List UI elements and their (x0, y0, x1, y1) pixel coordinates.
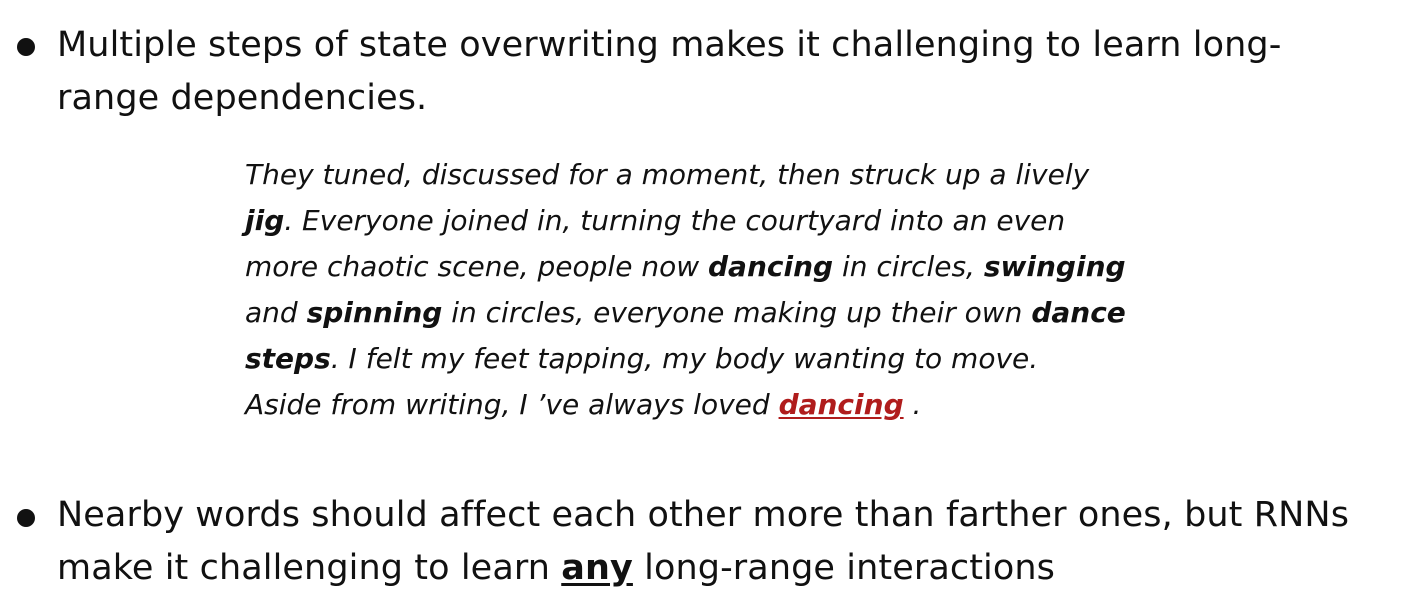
key-word: steps (245, 342, 331, 375)
passage-line: jig. Everyone joined in, turning the cou… (245, 198, 1205, 244)
example-passage: They tuned, discussed for a moment, then… (245, 152, 1205, 428)
bullet-line: Multiple steps of state overwriting make… (57, 25, 1282, 65)
passage-text: . (903, 388, 922, 421)
passage-line: They tuned, discussed for a moment, then… (245, 152, 1205, 198)
passage-text: in circles, everyone making up their own (442, 296, 1032, 329)
passage-text: more chaotic scene, people now (245, 250, 708, 283)
bullet-line: Nearby words should affect each other mo… (57, 495, 1350, 535)
passage-line: more chaotic scene, people now dancing i… (245, 244, 1205, 290)
key-word: dancing (708, 250, 834, 283)
bullet-text: Multiple steps of state overwriting make… (57, 19, 1377, 125)
passage-text: They tuned, discussed for a moment, then… (245, 158, 1090, 191)
passage-text: . Everyone joined in, turning the courty… (284, 204, 1066, 237)
passage-line: Aside from writing, I ’ve always loved d… (245, 382, 1205, 428)
passage-text: Aside from writing, I ’ve always loved (245, 388, 779, 421)
bullet-line-prefix: make it challenging to learn (57, 548, 562, 588)
target-word: dancing (778, 388, 904, 421)
emphasis-word: any (561, 548, 633, 588)
bullet-text: Nearby words should affect each other mo… (57, 489, 1377, 595)
slide: Multiple steps of state overwriting make… (0, 0, 1425, 605)
passage-text: in circles, (833, 250, 984, 283)
bullet-line-suffix: long-range interactions (632, 548, 1056, 588)
key-word: dance (1031, 296, 1126, 329)
key-word: spinning (306, 296, 443, 329)
passage-text: and (245, 296, 307, 329)
bullet-dot-icon (17, 38, 35, 56)
passage-line: steps. I felt my feet tapping, my body w… (245, 336, 1205, 382)
bullet-line: range dependencies. (57, 78, 428, 118)
key-word: jig (245, 204, 285, 237)
passage-line: and spinning in circles, everyone making… (245, 290, 1205, 336)
key-word: swinging (983, 250, 1126, 283)
passage-text: . I felt my feet tapping, my body wantin… (330, 342, 1039, 375)
bullet-dot-icon (17, 509, 35, 527)
